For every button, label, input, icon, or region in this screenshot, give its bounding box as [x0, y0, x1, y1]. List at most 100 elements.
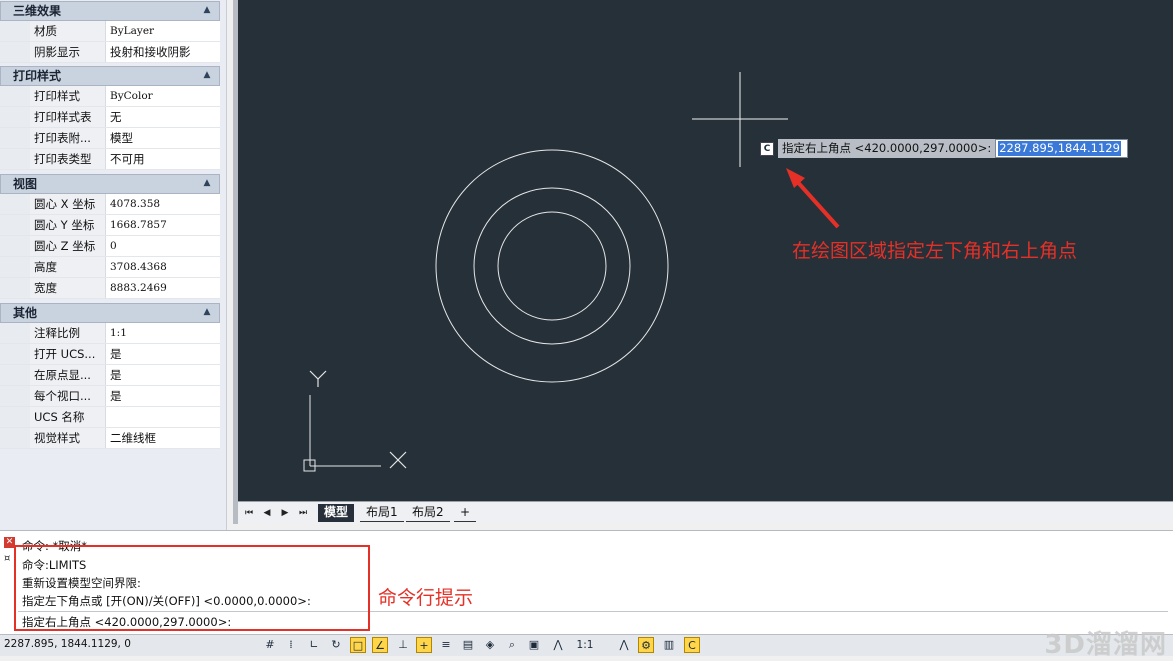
property-value[interactable]: 模型	[105, 128, 220, 148]
property-value[interactable]: 1668.7857	[105, 215, 220, 235]
tab-layout1[interactable]: 布局1	[360, 504, 404, 522]
property-value[interactable]: 1:1	[105, 323, 220, 343]
section-plot-style: 打印样式 ▲ 打印样式 ByColor 打印样式表无 打印表附... 模型 打印表类型…	[0, 66, 220, 170]
layout-tab-bar: ⏮ ◀ ▶ ⏭ 模型 布局1 布局2 +	[238, 501, 1173, 524]
property-row: 圆心 X 坐标 4078.358	[0, 194, 220, 215]
property-value[interactable]: 0	[105, 236, 220, 256]
property-value[interactable]: 8883.2469	[105, 278, 220, 298]
property-value[interactable]: 是	[105, 344, 220, 364]
tab-model[interactable]: 模型	[318, 504, 355, 522]
property-row: 圆心 Z 坐标 0	[0, 236, 220, 257]
annotation-visibility-icon[interactable]: ⋀	[550, 637, 566, 653]
model-space-icon[interactable]: ▣	[526, 637, 542, 653]
property-value[interactable]: 二维线框	[105, 428, 220, 448]
toolbar-lock-icon[interactable]: ▥	[661, 637, 677, 653]
property-row: 注释比例 1:1	[0, 323, 220, 344]
coordinate-input-value: 2287.895,1844.1129	[998, 141, 1121, 156]
property-label: 圆心 X 坐标	[30, 194, 105, 214]
property-label: 在原点显...	[30, 365, 105, 385]
otrack-icon[interactable]: ∠	[372, 637, 388, 653]
grid-icon[interactable]: #	[262, 637, 278, 653]
cursor-coordinates: 2287.895, 1844.1129, 0	[4, 638, 131, 650]
property-value[interactable]: 无	[105, 107, 220, 127]
property-value[interactable]: 是	[105, 365, 220, 385]
command-line-window: ✕ ¤ 命令: *取消* 命令:LIMITS 重新设置模型空间界限: 指定左下角…	[0, 530, 1173, 635]
zoom-icon[interactable]: ⌕	[504, 637, 520, 653]
dynamic-input-tooltip: C 指定右上角点 <420.0000,297.0000>: 2287.895,1…	[760, 139, 1129, 158]
pin-icon[interactable]: ¤	[4, 553, 10, 564]
tab-add-layout[interactable]: +	[454, 504, 477, 522]
coordinate-input[interactable]: 2287.895,1844.1129	[995, 139, 1129, 158]
property-label: 材质	[30, 21, 105, 41]
property-value[interactable]: 不可用	[105, 149, 220, 169]
collapse-up-icon[interactable]: ▲	[201, 177, 213, 189]
property-value[interactable]: 投射和接收阴影	[105, 42, 220, 62]
drawing-canvas[interactable]: 在绘图区域指定左下角和右上角点	[238, 0, 1173, 501]
prev-tab-icon[interactable]: ◀	[260, 506, 274, 520]
property-row: 阴影显示 投射和接收阴影	[0, 42, 220, 63]
section-header[interactable]: 视图 ▲	[0, 174, 220, 194]
ucs-dynamic-icon[interactable]: ⊥	[395, 637, 411, 653]
outer-circle[interactable]	[435, 149, 669, 383]
property-value[interactable]: 3708.4368	[105, 257, 220, 277]
property-label: 阴影显示	[30, 42, 105, 62]
snap-icon[interactable]: ⁞	[283, 637, 299, 653]
next-tab-icon[interactable]: ▶	[278, 506, 292, 520]
property-label: 圆心 Y 坐标	[30, 215, 105, 235]
watermark-logo: 3D溜溜网	[1044, 630, 1167, 660]
collapse-up-icon[interactable]: ▲	[201, 4, 213, 16]
selection-cycle-icon[interactable]: ◈	[482, 637, 498, 653]
section-3d-effects: 三维效果 ▲ 材质 ByLayer 阴影显示 投射和接收阴影	[0, 1, 220, 63]
property-value[interactable]	[105, 407, 220, 427]
drawing-annotation: 在绘图区域指定左下角和右上角点	[792, 240, 1078, 262]
property-label: 视觉样式	[30, 428, 105, 448]
tooltip-prompt: 指定右上角点 <420.0000,297.0000>:	[778, 139, 996, 158]
property-value[interactable]: ByColor	[105, 86, 220, 106]
property-row: 打印表附... 模型	[0, 128, 220, 149]
dyn-input-icon[interactable]: +	[416, 637, 432, 653]
property-label: UCS 名称	[30, 407, 105, 427]
property-label: 打印表附...	[30, 128, 105, 148]
tab-layout2[interactable]: 布局2	[406, 504, 450, 522]
property-row: 材质 ByLayer	[0, 21, 220, 42]
ucs-axis-icon	[303, 370, 407, 472]
section-header[interactable]: 打印样式 ▲	[0, 66, 220, 86]
command-c-icon: C	[760, 141, 774, 156]
middle-circle[interactable]	[473, 187, 631, 345]
auto-scale-icon[interactable]: ⋀	[616, 637, 632, 653]
property-label: 高度	[30, 257, 105, 277]
first-tab-icon[interactable]: ⏮	[242, 506, 256, 520]
section-misc: 其他 ▲ 注释比例 1:1 打开 UCS... 是 在原点显... 是 每个视口... 是…	[0, 303, 220, 449]
property-row: UCS 名称	[0, 407, 220, 428]
annotation-scale[interactable]: 1:1	[570, 637, 600, 653]
section-title: 其他	[13, 306, 38, 320]
last-tab-icon[interactable]: ⏭	[296, 506, 310, 520]
properties-palette: 三维效果 ▲ 材质 ByLayer 阴影显示 投射和接收阴影 打印样式 ▲ 打印样式 By…	[0, 0, 227, 530]
osnap-icon[interactable]: □	[350, 637, 366, 653]
workspace-icon[interactable]: ⚙	[638, 637, 654, 653]
inner-circle[interactable]	[497, 211, 607, 321]
section-header[interactable]: 其他 ▲	[0, 303, 220, 323]
collapse-up-icon[interactable]: ▲	[201, 69, 213, 81]
lineweight-icon[interactable]: ≡	[438, 637, 454, 653]
property-row: 打印样式表无	[0, 107, 220, 128]
transparency-icon[interactable]: ▤	[460, 637, 476, 653]
property-row: 圆心 Y 坐标 1668.7857	[0, 215, 220, 236]
polar-icon[interactable]: ↻	[328, 637, 344, 653]
refresh-icon[interactable]: C	[684, 637, 700, 653]
property-value[interactable]: ByLayer	[105, 21, 220, 41]
property-row: 打印表类型 不可用	[0, 149, 220, 170]
property-row: 宽度 8883.2469	[0, 278, 220, 299]
property-row: 高度 3708.4368	[0, 257, 220, 278]
property-value[interactable]: 4078.358	[105, 194, 220, 214]
section-title: 打印样式	[13, 69, 62, 83]
property-label: 圆心 Z 坐标	[30, 236, 105, 256]
section-header[interactable]: 三维效果 ▲	[0, 1, 220, 21]
property-row: 每个视口... 是	[0, 386, 220, 407]
ortho-icon[interactable]: ∟	[306, 637, 322, 653]
collapse-up-icon[interactable]: ▲	[201, 306, 213, 318]
property-value[interactable]: 是	[105, 386, 220, 406]
property-label: 打印表类型	[30, 149, 105, 169]
property-label: 打印样式表	[30, 107, 105, 127]
property-label: 打开 UCS...	[30, 344, 105, 364]
